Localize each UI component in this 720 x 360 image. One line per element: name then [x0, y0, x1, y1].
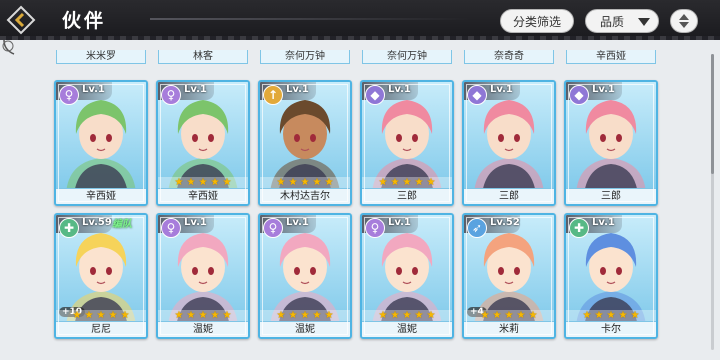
- card-name-partial[interactable]: 奈何万钟: [362, 50, 452, 64]
- filter-button[interactable]: 分类筛选: [500, 9, 574, 33]
- card-inner-border: [58, 217, 144, 335]
- top-bar-stripe: [0, 36, 720, 40]
- back-arrow-icon: [6, 5, 36, 35]
- card-name-partial[interactable]: 辛西娅: [566, 50, 656, 64]
- partner-card[interactable]: ◆ Lv.1 三郎: [462, 80, 556, 206]
- back-button[interactable]: [2, 4, 40, 36]
- partner-card[interactable]: ◆ Lv.1 三郎: [564, 80, 658, 206]
- card-inner-border: [58, 84, 144, 202]
- top-bar: 伙伴 分类筛选 品质: [0, 0, 720, 40]
- partner-card[interactable]: ↑ Lv.1 ★ ★ ★ ★ ★ 木村达吉尔: [258, 80, 352, 206]
- chevron-down-icon: [638, 18, 650, 26]
- scrollbar[interactable]: [711, 54, 714, 350]
- partner-card[interactable]: ♀ Lv.1 ★ ★ ★ ★ ★ 温妮: [258, 213, 352, 339]
- card-name-partial[interactable]: 米米罗: [56, 50, 146, 64]
- partner-card[interactable]: ➶ Lv.52 +4 ★ ★ ★ ★ ★ 米莉: [462, 213, 556, 339]
- title-decoration: [150, 18, 470, 20]
- partner-card[interactable]: ♀ Lv.1 ★ ★ ★ ★ ★ 辛西娅: [156, 80, 250, 206]
- card-inner-border: [262, 217, 348, 335]
- card-inner-border: [160, 84, 246, 202]
- page-title: 伙伴: [62, 10, 107, 32]
- card-inner-border: [466, 84, 552, 202]
- partner-card[interactable]: ◆ Lv.1 ★ ★ ★ ★ ★ 三郎: [360, 80, 454, 206]
- partner-card[interactable]: ✚ Lv.59 编队 +10 ★ ★ ★ ★ ★ 尼尼: [54, 213, 148, 339]
- card-name-partial[interactable]: 奈奇奇: [464, 50, 554, 64]
- card-inner-border: [466, 217, 552, 335]
- quality-dropdown-label: 品质: [600, 14, 625, 29]
- card-name-partial[interactable]: 奈何万钟: [260, 50, 350, 64]
- sort-down-icon: [679, 22, 689, 28]
- quality-dropdown[interactable]: 品质: [585, 9, 659, 33]
- scrollbar-thumb[interactable]: [711, 54, 714, 174]
- filter-button-label: 分类筛选: [512, 14, 561, 29]
- card-inner-border: [262, 84, 348, 202]
- card-inner-border: [568, 84, 654, 202]
- partner-card[interactable]: ♀ Lv.1 辛西娅: [54, 80, 148, 206]
- card-inner-border: [364, 217, 450, 335]
- partner-card[interactable]: ♀ Lv.1 ★ ★ ★ ★ ★ 温妮: [360, 213, 454, 339]
- card-inner-border: [160, 217, 246, 335]
- sort-toggle-button[interactable]: [670, 9, 698, 33]
- card-name-partial[interactable]: 林客: [158, 50, 248, 64]
- card-inner-border: [568, 217, 654, 335]
- sort-up-icon: [679, 14, 689, 20]
- card-inner-border: [364, 84, 450, 202]
- partner-grid[interactable]: 米米罗 林客 奈何万钟 奈何万钟 奈奇奇 辛西娅 ♀ Lv.1 辛西娅 ♀ Lv.1 ★ ★ ★ ★ ★ 辛西娅…: [44, 50, 710, 360]
- partner-card[interactable]: ♀ Lv.1 ★ ★ ★ ★ ★ 温妮: [156, 213, 250, 339]
- partner-card[interactable]: ✚ Lv.1 ★ ★ ★ ★ ★ 卡尔: [564, 213, 658, 339]
